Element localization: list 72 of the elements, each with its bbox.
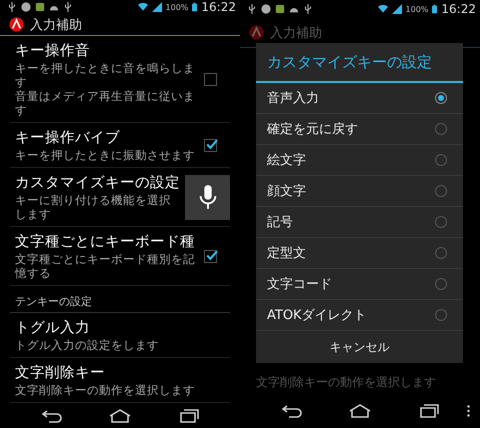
option-label: 定型文 <box>267 245 306 262</box>
checkbox[interactable] <box>204 138 217 152</box>
radio-button[interactable] <box>435 123 447 135</box>
home-icon[interactable] <box>348 404 372 418</box>
preference-title: 文字削除キー <box>15 364 106 384</box>
signal-icon <box>392 4 402 14</box>
preference-title: 文字種ごとにキーボード種 <box>15 232 196 252</box>
usb-icon <box>303 4 313 14</box>
option-item[interactable]: 絵文字 <box>256 145 463 176</box>
preference-summary: 音量はメディア再生音量に従います <box>15 89 196 118</box>
radio-button[interactable] <box>435 309 447 321</box>
home-icon[interactable] <box>108 408 132 423</box>
preference-item[interactable]: キー操作バイブ キーを押したときに振動させます <box>10 123 230 168</box>
preference-title: カスタマイズキーの設定 <box>15 174 177 194</box>
option-label: 顔文字 <box>267 183 306 200</box>
option-label: 音声入力 <box>267 90 319 107</box>
app-title: 入力補助 <box>30 16 82 34</box>
radio-button[interactable] <box>435 92 447 104</box>
preference-summary: キーを押したときに音を鳴らします <box>15 61 196 90</box>
wifi-icon <box>378 4 388 14</box>
app-logo-icon <box>9 17 24 32</box>
category-header: テンキーの設定 <box>10 286 230 314</box>
clock: 16:22 <box>201 0 236 14</box>
preference-title: キー操作バイブ <box>15 129 121 148</box>
option-item[interactable]: ATOKダイレクト <box>256 300 463 331</box>
preference-item[interactable]: 文字削除キー 文字削除キーの動作を選択します <box>10 358 230 404</box>
preference-summary: キーを押したときに振動させます <box>15 148 196 162</box>
dialog-title: カスタマイズキーの設定 <box>256 43 463 83</box>
radio-button[interactable] <box>435 247 447 259</box>
usb-icon <box>63 2 73 12</box>
option-item[interactable]: 文字コード <box>256 269 463 300</box>
preference-summary: 文字種ごとにキーボード種別を記憶する <box>15 252 196 280</box>
preference-summary: キーに割り付ける機能を選択します <box>15 193 172 222</box>
app-logo-icon <box>249 25 264 40</box>
preference-item[interactable]: キー操作音 キーを押したときに音を鳴らします 音量はメディア再生音量に従います <box>10 36 230 124</box>
radio-button[interactable] <box>435 278 447 290</box>
preference-item[interactable]: トグル入力 トグル入力の設定をします <box>10 313 230 358</box>
option-label: 文字コード <box>267 276 332 293</box>
clock: 16:22 <box>441 2 476 16</box>
preference-title: トグル入力 <box>15 319 91 338</box>
option-item[interactable]: 確定を元に戻す <box>256 114 463 145</box>
checkbox[interactable] <box>204 250 217 263</box>
preference-summary: 文字削除キーの動作を選択します <box>255 374 437 391</box>
radio-button[interactable] <box>435 154 447 166</box>
preference-summary: トグル入力の設定をします <box>15 338 160 352</box>
preference-title: キー操作音 <box>15 42 91 62</box>
battery-percent: 100% <box>166 2 188 12</box>
preference-item[interactable]: カスタマイズキーの設定 キーに割り付ける機能を選択します <box>10 168 230 228</box>
overflow-menu-icon[interactable] <box>467 405 470 417</box>
signal-icon <box>152 2 162 12</box>
battery-icon <box>432 4 438 14</box>
option-label: ATOKダイレクト <box>267 307 367 324</box>
cancel-button[interactable]: キャンセル <box>256 331 463 363</box>
radio-button[interactable] <box>435 185 447 197</box>
option-item[interactable]: 音声入力 <box>256 83 463 114</box>
usb-icon <box>247 4 257 14</box>
option-label: 確定を元に戻す <box>267 121 358 138</box>
battery-icon <box>192 2 198 12</box>
battery-percent: 100% <box>406 4 428 14</box>
option-label: 絵文字 <box>267 152 306 169</box>
checkbox[interactable] <box>204 72 217 86</box>
app-title: 入力補助 <box>270 24 322 42</box>
option-item[interactable]: 記号 <box>256 207 463 238</box>
radio-button[interactable] <box>435 216 447 228</box>
microphone-key-icon <box>185 174 230 220</box>
preference-summary: 文字削除キーの動作を選択します <box>15 383 196 398</box>
option-item[interactable]: 顔文字 <box>256 176 463 207</box>
usb-icon <box>7 2 17 12</box>
wifi-icon <box>138 2 148 12</box>
option-item[interactable]: 定型文 <box>256 238 463 269</box>
preference-item[interactable]: 文字種ごとにキーボード種 文字種ごとにキーボード種別を記憶する <box>10 227 230 286</box>
option-label: 記号 <box>267 214 293 231</box>
